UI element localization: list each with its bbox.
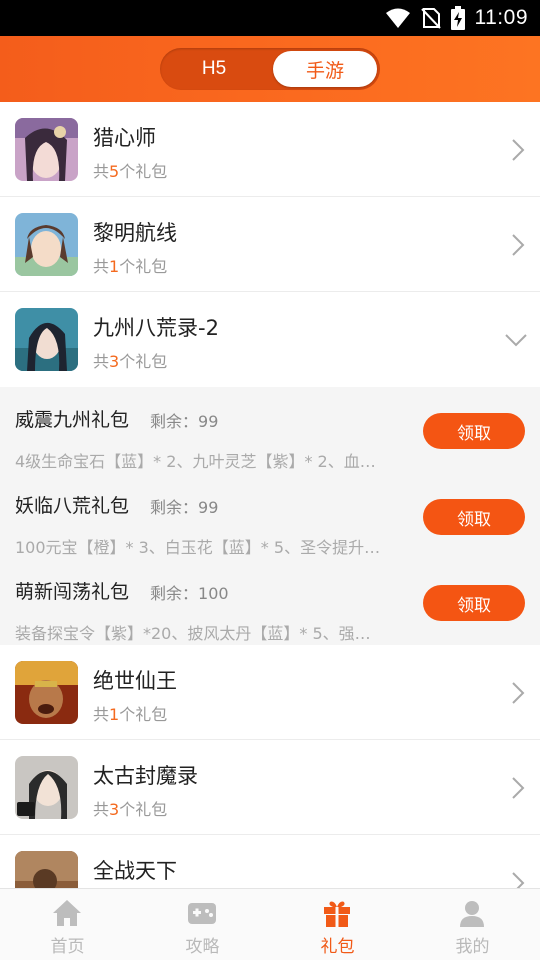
game-thumbnail xyxy=(15,118,78,181)
chevron-right-icon xyxy=(512,777,525,799)
game-name: 猎心师 xyxy=(93,126,156,150)
chevron-right-icon xyxy=(512,872,525,888)
wifi-icon xyxy=(385,8,410,28)
game-gift-list: 猎心师 共5个礼包 黎明航线 共1个礼包 九州八荒录-2 共3个礼包 威震九州礼… xyxy=(0,102,540,888)
game-row-jiu-zhou-ba-huang-lu[interactable]: 九州八荒录-2 共3个礼包 xyxy=(0,292,540,387)
game-name: 全战天下 xyxy=(93,859,177,883)
gift-count: 共1个礼包 xyxy=(93,257,168,276)
game-thumbnail xyxy=(15,213,78,276)
game-thumbnail xyxy=(15,661,78,724)
home-icon xyxy=(53,900,81,926)
game-name: 黎明航线 xyxy=(93,221,177,245)
game-row-jue-shi-xian-wang[interactable]: 绝世仙王 共1个礼包 xyxy=(0,645,540,740)
game-name: 九州八荒录-2 xyxy=(93,316,219,340)
game-row-lie-xin-shi[interactable]: 猎心师 共5个礼包 xyxy=(0,102,540,197)
gift-pack-item: 萌新闯荡礼包 剩余：100 装备探宝令【紫】*20、披风太丹【蓝】* 5、强… … xyxy=(0,559,540,645)
status-bar: 11:09 xyxy=(0,0,540,36)
gift-remaining: 剩余：99 xyxy=(150,498,219,517)
platform-segment-control: H5 手游 xyxy=(160,48,380,90)
status-time: 11:09 xyxy=(474,6,528,29)
tab-home[interactable]: 首页 xyxy=(0,889,135,960)
game-row-tai-gu-feng-mo-lu[interactable]: 太古封魔录 共3个礼包 xyxy=(0,740,540,835)
bottom-tab-bar: 首页 攻略 礼包 我的 xyxy=(0,888,540,960)
gift-pack-list: 威震九州礼包 剩余：99 4级生命宝石【蓝】* 2、九叶灵芝【紫】* 2、血… … xyxy=(0,387,540,645)
tab-guides[interactable]: 攻略 xyxy=(135,889,270,960)
gamepad-icon xyxy=(188,903,216,924)
claim-button[interactable]: 领取 xyxy=(423,413,525,449)
tab-label: 我的 xyxy=(455,937,490,957)
no-sim-icon xyxy=(420,8,441,29)
gift-pack-description: 4级生命宝石【蓝】* 2、九叶灵芝【紫】* 2、血… xyxy=(15,452,376,471)
gift-count: 共1个礼包 xyxy=(93,705,168,724)
gift-pack-name: 威震九州礼包 xyxy=(15,409,130,431)
game-thumbnail xyxy=(15,308,78,371)
gift-count: 共5个礼包 xyxy=(93,162,168,181)
chevron-down-icon xyxy=(505,334,527,347)
status-icons: 11:09 xyxy=(385,4,529,32)
game-thumbnail xyxy=(15,756,78,819)
chevron-right-icon xyxy=(512,139,525,161)
header: H5 手游 xyxy=(0,36,540,102)
game-row-quan-zhan-tian-xia[interactable]: 全战天下 xyxy=(0,835,540,888)
gift-pack-name: 妖临八荒礼包 xyxy=(15,495,130,517)
user-icon xyxy=(460,901,484,927)
tab-label: 礼包 xyxy=(320,937,355,957)
game-name: 太古封魔录 xyxy=(93,764,198,788)
battery-charging-icon xyxy=(450,6,465,30)
tab-h5[interactable]: H5 xyxy=(164,51,264,87)
tab-mobile-games[interactable]: 手游 xyxy=(273,51,377,87)
tab-me[interactable]: 我的 xyxy=(405,889,540,960)
chevron-right-icon xyxy=(512,682,525,704)
gift-pack-item: 妖临八荒礼包 剩余：99 100元宝【橙】* 3、白玉花【蓝】* 5、圣令提升…… xyxy=(0,473,540,559)
gift-count: 共3个礼包 xyxy=(93,800,168,819)
claim-button[interactable]: 领取 xyxy=(423,585,525,621)
game-thumbnail xyxy=(15,851,78,888)
tab-label: 攻略 xyxy=(185,937,220,957)
claim-button[interactable]: 领取 xyxy=(423,499,525,535)
game-name: 绝世仙王 xyxy=(93,669,177,693)
tab-label: 首页 xyxy=(50,937,85,957)
gift-remaining: 剩余：99 xyxy=(150,412,219,431)
gift-remaining: 剩余：100 xyxy=(150,584,229,603)
gift-pack-description: 100元宝【橙】* 3、白玉花【蓝】* 5、圣令提升… xyxy=(15,538,381,557)
tab-gifts[interactable]: 礼包 xyxy=(270,889,405,960)
gift-pack-item: 威震九州礼包 剩余：99 4级生命宝石【蓝】* 2、九叶灵芝【紫】* 2、血… … xyxy=(0,387,540,473)
gift-pack-name: 萌新闯荡礼包 xyxy=(15,581,130,603)
game-row-li-ming-hang-xian[interactable]: 黎明航线 共1个礼包 xyxy=(0,197,540,292)
gift-icon xyxy=(324,901,350,927)
gift-count: 共3个礼包 xyxy=(93,352,168,371)
chevron-right-icon xyxy=(512,234,525,256)
gift-pack-description: 装备探宝令【紫】*20、披风太丹【蓝】* 5、强… xyxy=(15,624,371,643)
